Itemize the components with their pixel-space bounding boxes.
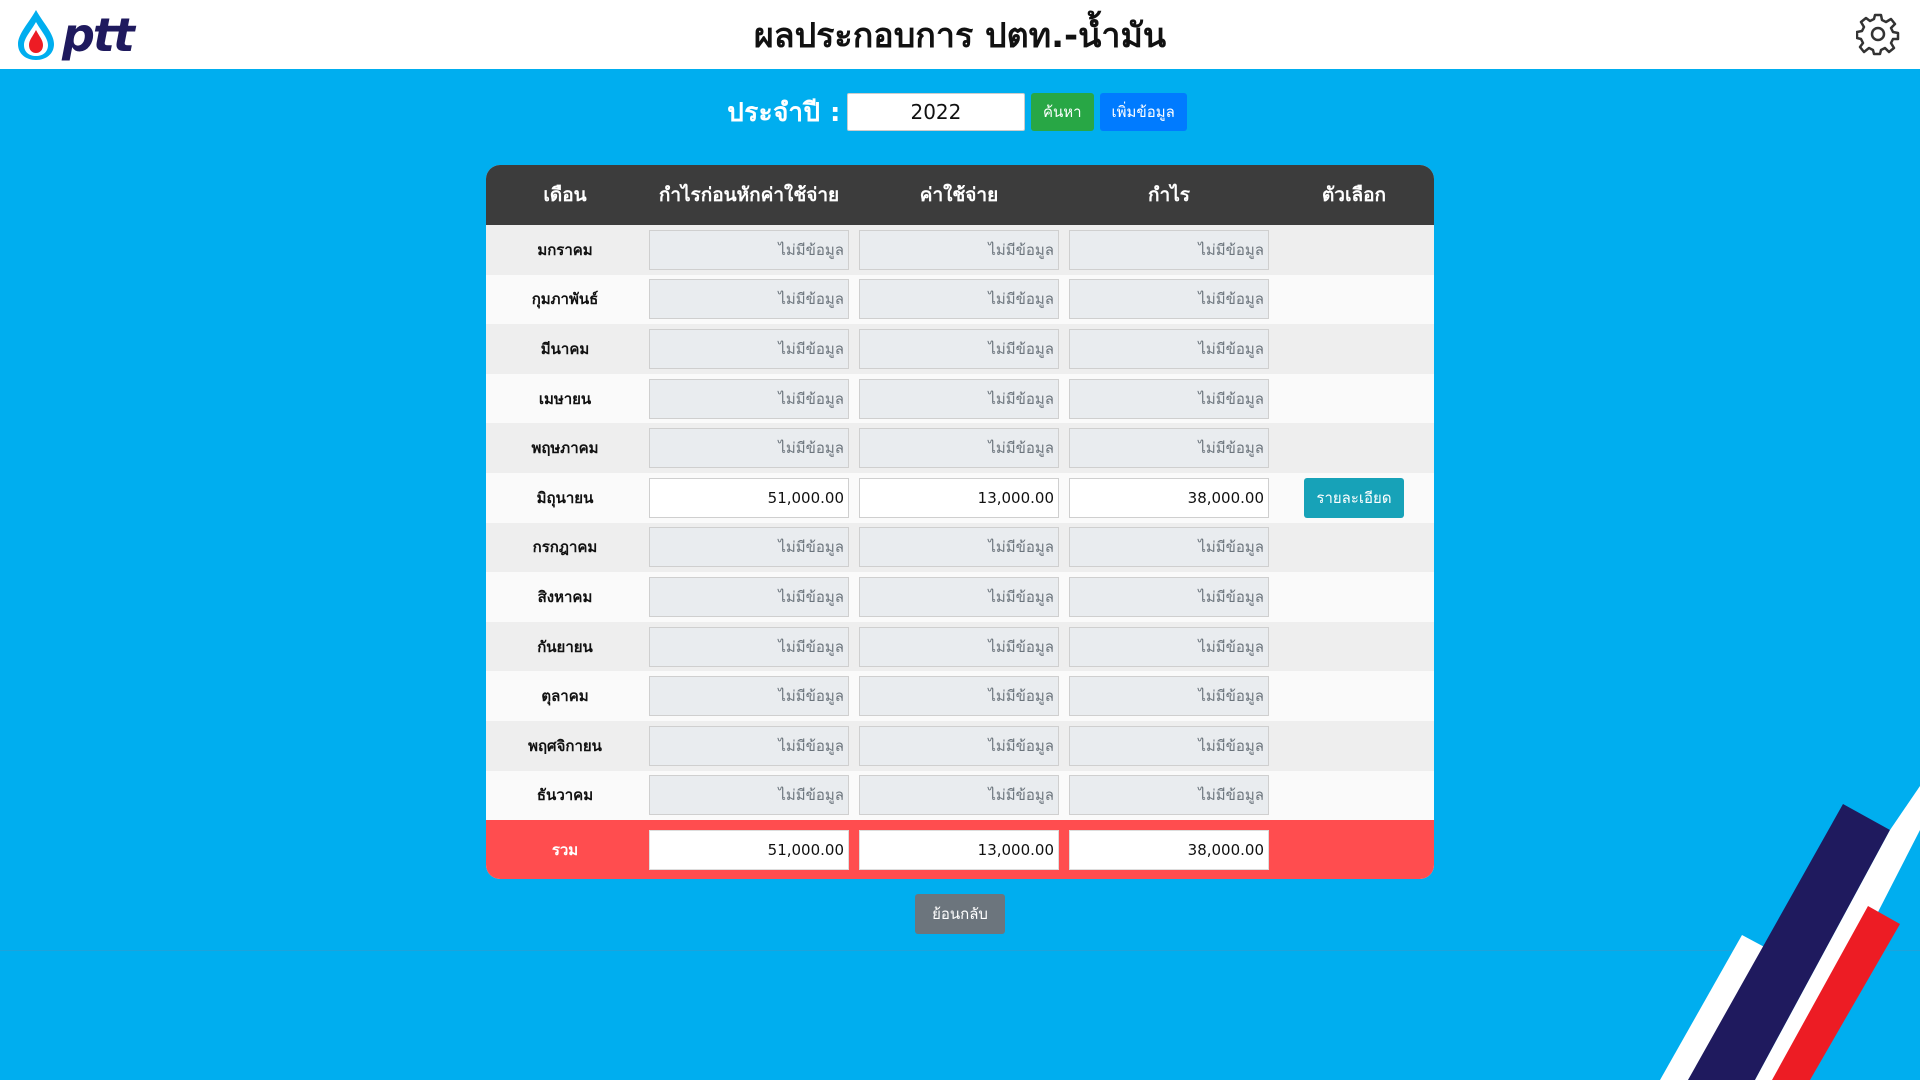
expense-field[interactable]: ไม่มีข้อมูล [859, 725, 1059, 766]
table-row: พฤศจิกายน ไม่มีข้อมูล ไม่มีข้อมูล ไม่มีข้อม… [486, 720, 1434, 771]
profit-field[interactable]: ไม่มีข้อมูล [1069, 378, 1269, 419]
gross-field[interactable]: ไม่มีข้อมูล [649, 378, 849, 419]
gross-field[interactable]: ไม่มีข้อมูล [649, 775, 849, 816]
expense-field[interactable]: ไม่มีข้อมูล [859, 279, 1059, 320]
profit-field[interactable]: ไม่มีข้อมูล [1069, 527, 1269, 568]
profit-field[interactable]: ไม่มีข้อมูล [1069, 775, 1269, 816]
profit-field[interactable]: ไม่มีข้อมูล [1069, 229, 1269, 270]
gross-field[interactable]: ไม่มีข้อมูล [649, 279, 849, 320]
total-row: รวม 51,000.00 13,000.00 38,000.00 [486, 820, 1434, 880]
header-expense: ค่าใช้จ่าย [919, 184, 999, 206]
month-cell: มีนาคม [540, 339, 590, 358]
top-bar: ptt ผลประกอบการ ปตท.-น้ำมัน [0, 0, 1920, 69]
year-label: ประจำปี : [727, 97, 841, 128]
detail-button[interactable]: รายละเอียด [1304, 477, 1404, 518]
month-cell: เมษายน [538, 389, 592, 408]
gross-field[interactable]: 51,000.00 [649, 477, 849, 518]
table-row: กันยายน ไม่มีข้อมูล ไม่มีข้อมูล ไม่มีข้อมูล [486, 621, 1434, 672]
expense-field[interactable]: ไม่มีข้อมูล [859, 378, 1059, 419]
expense-field[interactable]: ไม่มีข้อมูล [859, 576, 1059, 617]
table-row: เมษายน ไม่มีข้อมูล ไม่มีข้อมูล ไม่มีข้อมูล [486, 373, 1434, 424]
month-cell: ธันวาคม [536, 786, 594, 805]
header-gross-profit: กำไรก่อนหักค่าใช้จ่าย [658, 184, 840, 206]
expense-field[interactable]: ไม่มีข้อมูล [859, 676, 1059, 717]
table-body: มกราคม ไม่มีข้อมูล ไม่มีข้อมูล ไม่มีข้อมูลก… [486, 225, 1434, 821]
table-row: สิงหาคม ไม่มีข้อมูล ไม่มีข้อมูล ไม่มีข้อมูล [486, 572, 1434, 622]
total-profit-field[interactable]: 38,000.00 [1069, 829, 1269, 870]
gross-field[interactable]: ไม่มีข้อมูล [649, 725, 849, 766]
total-gross-field[interactable]: 51,000.00 [649, 829, 849, 870]
profit-field[interactable]: ไม่มีข้อมูล [1069, 279, 1269, 320]
gross-field[interactable]: ไม่มีข้อมูล [649, 676, 849, 717]
month-cell: พฤษภาคม [531, 439, 599, 458]
expense-field[interactable]: ไม่มีข้อมูล [859, 428, 1059, 469]
search-button[interactable]: ค้นหา [1030, 93, 1094, 131]
total-label: รวม [551, 840, 579, 859]
profit-field[interactable]: ไม่มีข้อมูล [1069, 725, 1269, 766]
table-header: เดือน กำไรก่อนหักค่าใช้จ่าย ค่าใช้จ่าย ก… [486, 165, 1434, 225]
month-cell: กุมภาพันธ์ [531, 290, 599, 309]
month-cell: กันยายน [537, 637, 593, 656]
gross-field[interactable]: ไม่มีข้อมูล [649, 229, 849, 270]
profit-field[interactable]: 38,000.00 [1069, 477, 1269, 518]
gear-icon[interactable] [1855, 12, 1900, 56]
gross-field[interactable]: ไม่มีข้อมูล [649, 328, 849, 369]
table-row: ตุลาคม ไม่มีข้อมูล ไม่มีข้อมูล ไม่มีข้อมูล [486, 671, 1434, 721]
month-cell: มกราคม [537, 240, 593, 259]
divider [0, 950, 1920, 951]
brand-stripes-decoration [1660, 786, 1920, 1080]
add-data-button[interactable]: เพิ่มข้อมูล [1099, 93, 1187, 131]
profit-field[interactable]: ไม่มีข้อมูล [1069, 676, 1269, 717]
table-row: กุมภาพันธ์ ไม่มีข้อมูล ไม่มีข้อมูล ไม่มีข้อ… [486, 274, 1434, 325]
expense-field[interactable]: ไม่มีข้อมูล [859, 328, 1059, 369]
month-cell: พฤศจิกายน [528, 736, 602, 755]
expense-field[interactable]: ไม่มีข้อมูล [859, 626, 1059, 667]
results-table: เดือน กำไรก่อนหักค่าใช้จ่าย ค่าใช้จ่าย ก… [486, 165, 1434, 880]
table-row: ธันวาคม ไม่มีข้อมูล ไม่มีข้อมูล ไม่มีข้อมูล [486, 770, 1434, 821]
gross-field[interactable]: ไม่มีข้อมูล [649, 527, 849, 568]
header-month: เดือน [543, 184, 587, 206]
expense-field[interactable]: ไม่มีข้อมูล [859, 775, 1059, 816]
month-cell: สิงหาคม [537, 587, 593, 606]
gross-field[interactable]: ไม่มีข้อมูล [649, 428, 849, 469]
total-expense-field[interactable]: 13,000.00 [859, 829, 1059, 870]
header-options: ตัวเลือก [1321, 184, 1387, 206]
table-row: มกราคม ไม่มีข้อมูล ไม่มีข้อมูล ไม่มีข้อมูล [486, 225, 1434, 275]
table-row: มีนาคม ไม่มีข้อมูล ไม่มีข้อมูล ไม่มีข้อมูล [486, 324, 1434, 374]
table-row: มิถุนายน 51,000.00 13,000.00 38,000.00 รายละ… [486, 472, 1434, 523]
profit-field[interactable]: ไม่มีข้อมูล [1069, 428, 1269, 469]
header-profit: กำไร [1148, 184, 1190, 206]
back-button[interactable]: ย้อนกลับ [915, 894, 1005, 934]
page-title: ผลประกอบการ ปตท.-น้ำมัน [753, 15, 1167, 56]
expense-field[interactable]: 13,000.00 [859, 477, 1059, 518]
gross-field[interactable]: ไม่มีข้อมูล [649, 576, 849, 617]
year-filter-bar: ประจำปี : ค้นหา เพิ่มข้อมูล [0, 88, 1920, 136]
month-cell: กรกฎาคม [532, 538, 598, 557]
month-cell: มิถุนายน [536, 488, 594, 507]
expense-field[interactable]: ไม่มีข้อมูล [859, 229, 1059, 270]
table-row: กรกฎาคม ไม่มีข้อมูล ไม่มีข้อมูล ไม่มีข้อมูล [486, 522, 1434, 573]
year-input[interactable] [846, 93, 1025, 131]
expense-field[interactable]: ไม่มีข้อมูล [859, 527, 1059, 568]
profit-field[interactable]: ไม่มีข้อมูล [1069, 328, 1269, 369]
options-cell: รายละเอียด [1274, 477, 1434, 518]
profit-field[interactable]: ไม่มีข้อมูล [1069, 576, 1269, 617]
month-cell: ตุลาคม [541, 687, 589, 706]
profit-field[interactable]: ไม่มีข้อมูล [1069, 626, 1269, 667]
table-row: พฤษภาคม ไม่มีข้อมูล ไม่มีข้อมูล ไม่มีข้อมูล [486, 423, 1434, 473]
gross-field[interactable]: ไม่มีข้อมูล [649, 626, 849, 667]
